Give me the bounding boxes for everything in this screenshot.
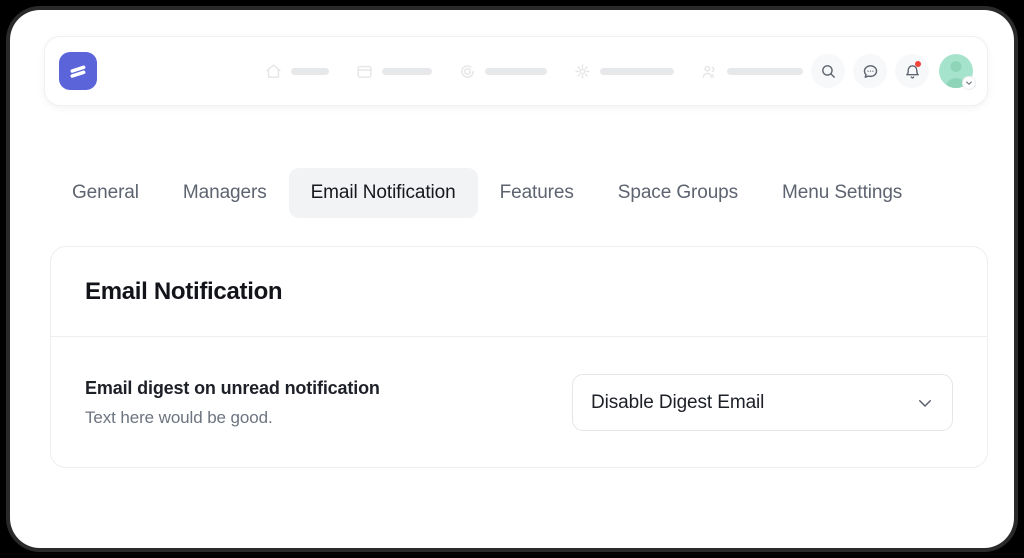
select-caret	[916, 394, 934, 412]
notifications-button[interactable]	[895, 54, 929, 88]
setting-text-block: Email digest on unread notification Text…	[85, 378, 380, 428]
page-surface: General Managers Email Notification Feat…	[10, 10, 1014, 548]
chevron-down-icon	[919, 399, 931, 407]
search-icon	[821, 64, 835, 78]
setting-description: Text here would be good.	[85, 407, 273, 427]
tab-general[interactable]: General	[50, 168, 161, 218]
nav-placeholder-item[interactable]	[701, 63, 803, 80]
user-avatar[interactable]	[939, 54, 976, 90]
messages-icon	[863, 64, 877, 78]
nav-placeholder-item[interactable]	[459, 63, 547, 80]
users-icon	[702, 65, 715, 78]
tab-features[interactable]: Features	[478, 168, 596, 218]
email-notification-card: Email Notification Email digest on unrea…	[50, 246, 988, 468]
search-button[interactable]	[811, 54, 845, 88]
nav-placeholder-bar	[727, 67, 803, 75]
nav-placeholder-item[interactable]	[574, 63, 674, 80]
nav-placeholder-item[interactable]	[265, 63, 329, 80]
digest-email-select[interactable]: Disable Digest Email	[572, 374, 953, 431]
tab-menu-settings[interactable]: Menu Settings	[760, 168, 924, 218]
nav-placeholder-bar	[382, 67, 432, 75]
nav-placeholder-bar	[485, 67, 547, 75]
messages-button[interactable]	[853, 54, 887, 88]
top-navigation-bar	[44, 36, 988, 106]
box-icon	[357, 65, 372, 78]
settings-tabs: General Managers Email Notification Feat…	[50, 168, 924, 218]
nav-placeholder-bar	[291, 67, 329, 75]
notification-badge	[915, 61, 921, 67]
tab-space-groups[interactable]: Space Groups	[596, 168, 760, 218]
digest-email-select-value: Disable Digest Email	[591, 391, 765, 413]
tab-email-notification[interactable]: Email Notification	[288, 168, 478, 218]
chat-icon	[461, 64, 474, 78]
chevron-down-icon	[966, 81, 972, 85]
avatar-menu-caret[interactable]	[962, 76, 976, 90]
page-title: Email Notification	[85, 277, 283, 305]
nav-placeholder-bar	[600, 67, 674, 75]
app-logo-slashes-icon	[70, 65, 86, 78]
device-frame: General Managers Email Notification Feat…	[6, 6, 1018, 552]
tab-managers[interactable]: Managers	[161, 168, 289, 218]
home-icon	[266, 63, 281, 78]
nav-placeholder-group	[265, 63, 803, 80]
setting-row: Email digest on unread notification Text…	[51, 337, 987, 467]
nav-placeholder-item[interactable]	[356, 63, 432, 80]
settings-icon	[575, 63, 590, 79]
topbar-actions	[811, 54, 976, 90]
app-logo[interactable]	[59, 52, 97, 90]
setting-label: Email digest on unread notification	[85, 377, 380, 398]
card-header: Email Notification	[51, 247, 987, 337]
